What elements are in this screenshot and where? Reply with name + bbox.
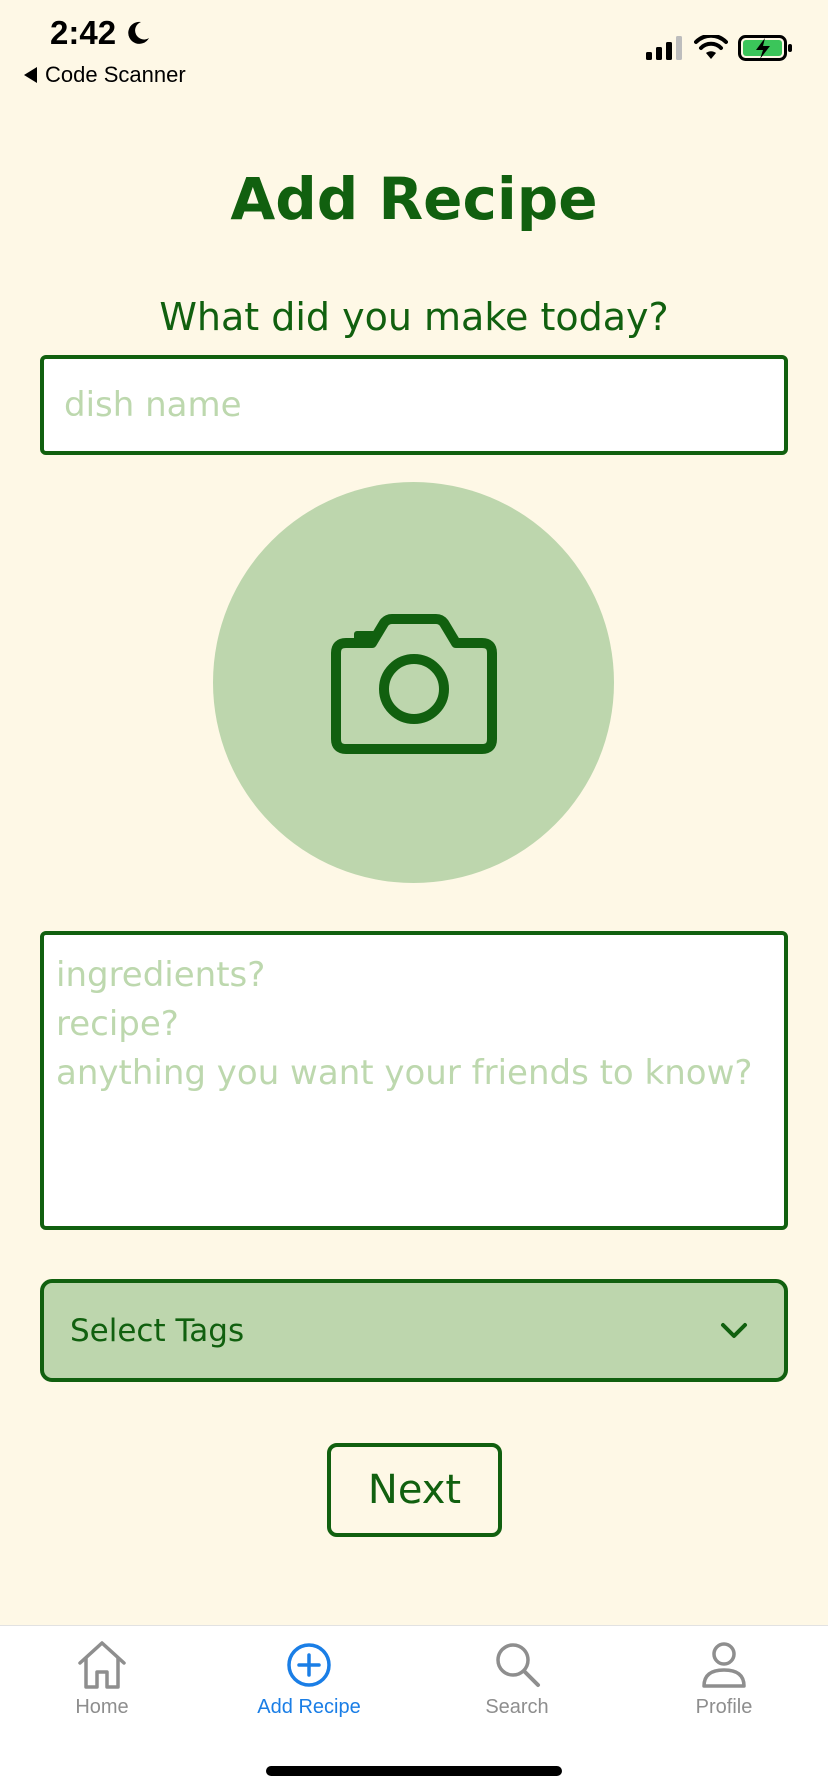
tab-add-recipe-label: Add Recipe: [257, 1696, 361, 1718]
tab-search-label: Search: [485, 1696, 549, 1718]
next-button[interactable]: Next: [327, 1443, 502, 1537]
dish-prompt: What did you make today?: [159, 295, 669, 339]
camera-icon: [330, 613, 497, 754]
person-icon: [702, 1642, 746, 1688]
tab-add-recipe[interactable]: Add Recipe: [219, 1638, 399, 1719]
select-tags-label: Select Tags: [70, 1312, 245, 1349]
back-to-app-link[interactable]: Code Scanner: [24, 62, 186, 88]
dish-name-input[interactable]: [40, 355, 788, 455]
moon-icon: [128, 21, 150, 44]
page-title: Add Recipe: [230, 165, 598, 233]
select-tags-dropdown[interactable]: Select Tags: [40, 1279, 788, 1382]
tab-home[interactable]: Home: [12, 1638, 192, 1719]
status-time: 2:42: [50, 14, 152, 52]
status-time-text: 2:42: [50, 14, 117, 51]
home-indicator[interactable]: [266, 1766, 562, 1776]
tab-profile-label: Profile: [695, 1696, 753, 1718]
recipe-notes-textarea[interactable]: [40, 931, 788, 1230]
battery-charging-icon: [738, 35, 792, 61]
plus-circle-icon: [287, 1643, 331, 1687]
tab-profile[interactable]: Profile: [634, 1638, 814, 1719]
wifi-icon: [694, 35, 728, 59]
search-icon: [496, 1643, 540, 1687]
signal-icon: [646, 36, 682, 60]
back-arrow-icon: [24, 67, 37, 83]
tab-home-label: Home: [75, 1696, 129, 1718]
home-icon: [78, 1641, 126, 1689]
tab-search[interactable]: Search: [427, 1638, 607, 1719]
back-app-label: Code Scanner: [45, 62, 186, 87]
status-icons: [646, 34, 794, 62]
photo-picker-button[interactable]: [213, 482, 614, 883]
chevron-down-icon: [721, 1322, 747, 1338]
